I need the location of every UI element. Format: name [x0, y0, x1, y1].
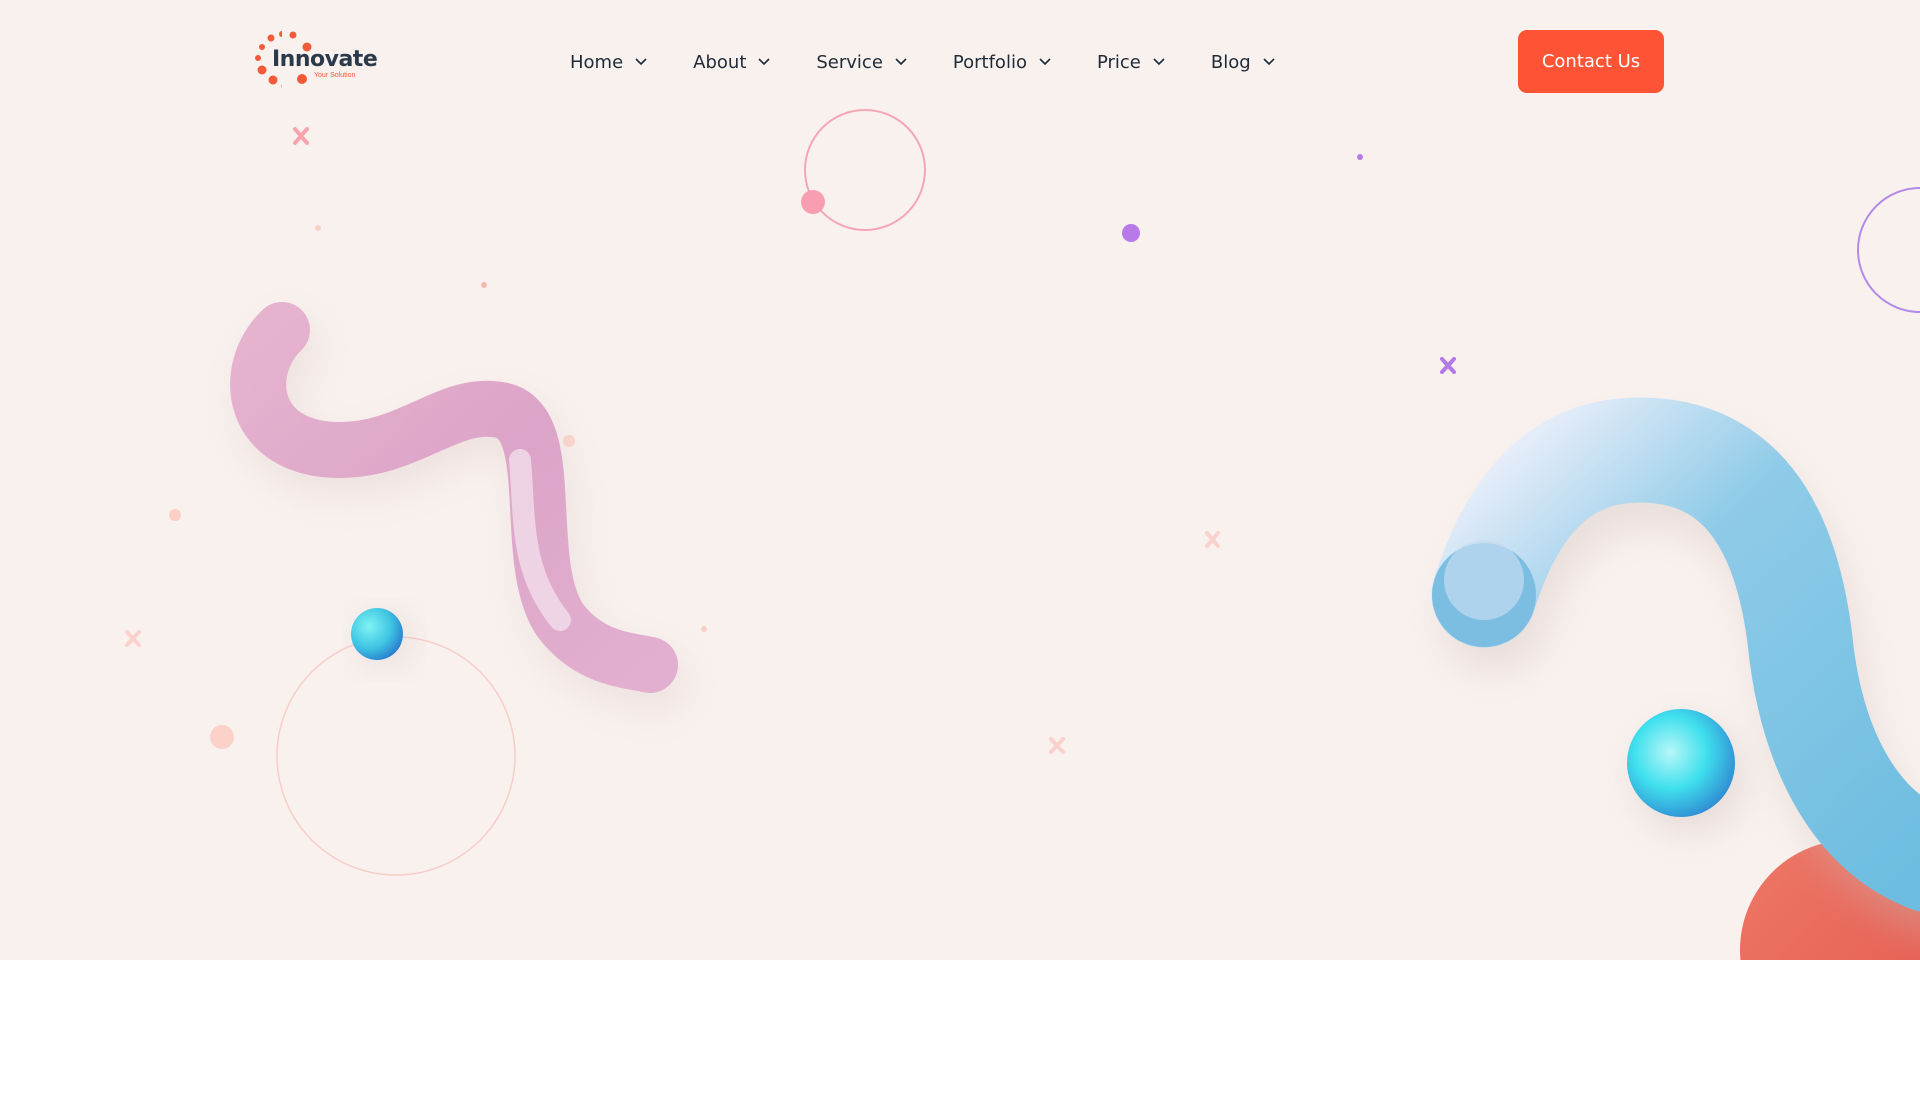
nav-item-portfolio[interactable]: Portfolio [953, 52, 1051, 73]
outline-circle-right [1857, 187, 1920, 313]
nav-item-price[interactable]: Price [1097, 52, 1165, 73]
dot-peach-6 [210, 725, 234, 749]
x-mark-peach-2 [125, 630, 141, 647]
dot-pink [801, 190, 825, 214]
brand-tagline: Your Solution [314, 72, 356, 79]
nav-item-service[interactable]: Service [816, 52, 907, 73]
pink-squiggle [230, 302, 678, 693]
outline-circle-top [804, 109, 926, 231]
hero-section: Innovate Your Solution Home About Servic… [0, 0, 1920, 960]
chevron-down-icon [1153, 58, 1165, 66]
dot-peach-1 [315, 225, 321, 231]
dot-purple-2 [1357, 154, 1363, 160]
nav-item-home[interactable]: Home [570, 52, 647, 73]
nav-item-blog[interactable]: Blog [1211, 52, 1275, 73]
outline-circle-bottom-left [276, 636, 516, 876]
chevron-down-icon [635, 58, 647, 66]
chevron-down-icon [1263, 58, 1275, 66]
decorative-shapes [125, 109, 1920, 960]
nav-item-label: Home [570, 51, 624, 73]
main-nav: Home About Service Portfolio Price Blog [570, 44, 1275, 80]
nav-item-about[interactable]: About [693, 52, 770, 73]
dot-peach-3 [563, 435, 575, 447]
site-header: Innovate Your Solution Home About Servic… [0, 0, 1920, 124]
nav-item-label: Blog [1210, 51, 1251, 73]
blue-tube-end-highlight [1444, 540, 1524, 620]
x-mark-peach-1 [1205, 531, 1220, 548]
chevron-down-icon [1039, 58, 1051, 66]
small-sphere [351, 608, 403, 660]
contact-us-button[interactable]: Contact Us [1518, 30, 1664, 93]
brand-logo[interactable]: Innovate Your Solution [252, 28, 378, 98]
x-mark-purple [1440, 357, 1456, 374]
nav-item-label: Portfolio [952, 51, 1027, 73]
chevron-down-icon [895, 58, 907, 66]
dot-peach-5 [701, 626, 707, 632]
chevron-down-icon [758, 58, 770, 66]
x-mark-pink [293, 127, 309, 145]
nav-item-label: Service [816, 51, 883, 73]
dot-peach-2 [481, 282, 487, 288]
nav-item-label: About [693, 51, 747, 73]
dot-purple-1 [1122, 224, 1140, 242]
x-mark-peach-3 [1049, 737, 1065, 754]
dot-peach-4 [169, 509, 181, 521]
nav-item-label: Price [1096, 51, 1141, 73]
big-sphere [1627, 709, 1735, 817]
brand-name: Innovate [272, 47, 378, 72]
